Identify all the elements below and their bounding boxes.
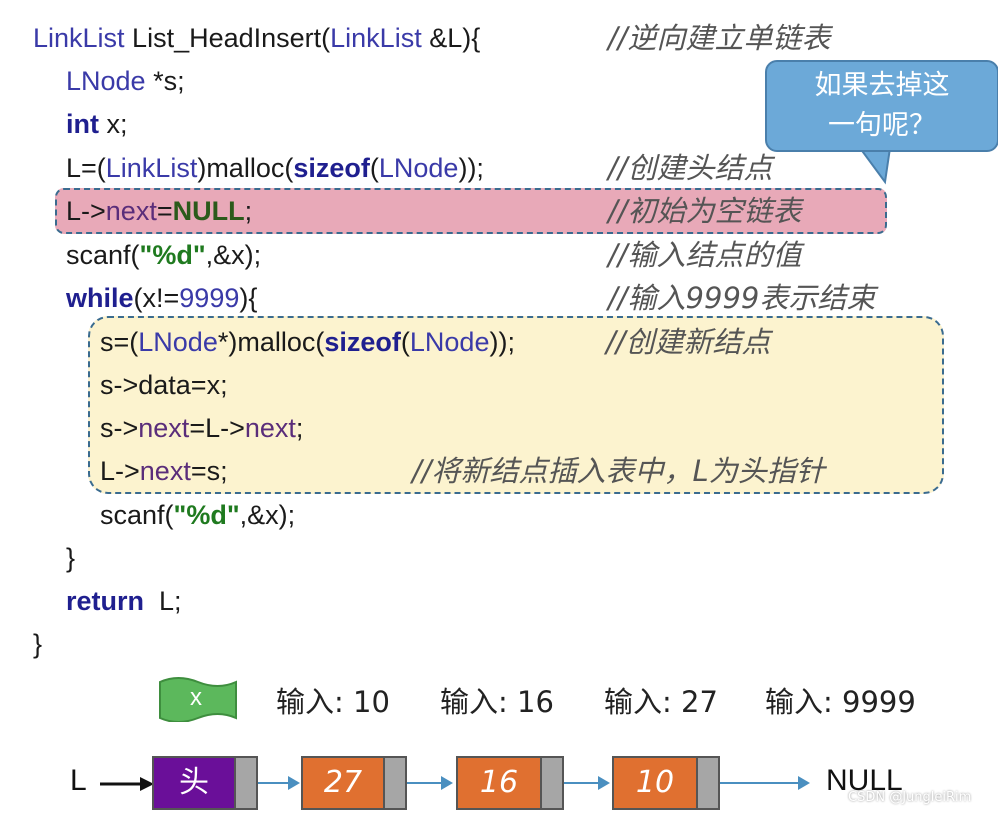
slide: LinkList List_HeadInsert(LinkList &L){ /…: [0, 0, 998, 816]
code-comment-11: //将新结点插入表中，L为头指针: [412, 454, 825, 488]
code-line-12: scanf("%d",&x);: [100, 495, 295, 535]
code-line-11: L->next=s;: [100, 451, 228, 491]
code-token: return: [66, 586, 145, 616]
code-token: (x!=: [133, 283, 180, 313]
callout-line-2: 一句呢？: [828, 110, 936, 141]
code-line-7: while(x!=9999){: [66, 278, 257, 318]
code-token: ,&x);: [239, 500, 296, 530]
code-token: (: [400, 327, 410, 357]
code-line-14: return L;: [66, 581, 182, 621]
code-token: "%d": [173, 500, 240, 530]
code-token: next: [138, 413, 190, 443]
list-node: 10: [612, 756, 720, 810]
list-node-next-cell: [696, 756, 720, 810]
code-token: =L->: [189, 413, 245, 443]
code-line-9: s->data=x;: [100, 370, 228, 400]
code-token: NULL: [172, 196, 245, 226]
head-node-next-cell: [234, 756, 258, 810]
code-comment-6: //输入结点的值: [608, 238, 802, 272]
code-token: ));: [489, 327, 515, 357]
list-link-arrowhead: [441, 776, 453, 790]
code-line-8: s=(LNode*)malloc(sizeof(LNode));: [100, 322, 515, 362]
list-node-data: 10: [612, 756, 698, 810]
list-link-arrow: [564, 782, 600, 784]
code-token: =: [156, 196, 173, 226]
code-token: "%d": [139, 240, 206, 270]
code-token: LNode: [138, 327, 218, 357]
code-line-15: }: [33, 629, 43, 659]
list-node-data: 27: [301, 756, 385, 810]
input-item: 输入: 16: [440, 685, 554, 719]
head-pointer-arrow: [100, 777, 154, 791]
code-token: ){: [239, 283, 258, 313]
callout-bubble: 如果去掉这 一句呢？: [765, 60, 998, 152]
code-token: scanf(: [100, 500, 174, 530]
head-node-data: 头: [152, 756, 236, 810]
head-pointer-label: L: [70, 764, 87, 797]
code-token: L->: [100, 456, 140, 486]
callout-line-1: 如果去掉这: [814, 70, 950, 101]
list-node-next-cell: [540, 756, 564, 810]
code-line-13: }: [66, 543, 76, 573]
code-token: L;: [144, 586, 182, 616]
watermark: CSDN @JungleiRim: [848, 790, 972, 805]
code-token: next: [105, 196, 157, 226]
code-comment-7: //输入9999表示结束: [608, 281, 876, 315]
input-item: 输入: 10: [276, 685, 390, 719]
list-node-next-cell: [383, 756, 407, 810]
code-token: sizeof: [324, 327, 401, 357]
list-link-arrowhead: [798, 776, 810, 790]
list-link-arrowhead: [598, 776, 610, 790]
input-item: 输入: 9999: [765, 685, 916, 719]
list-node: 16: [456, 756, 564, 810]
list-link-arrow: [407, 782, 443, 784]
list-link-arrow: [258, 782, 290, 784]
code-token: scanf(: [66, 240, 140, 270]
code-token: *)malloc(: [217, 327, 325, 357]
code-token: =s;: [190, 456, 228, 486]
list-node: 27: [301, 756, 407, 810]
input-item: 输入: 27: [604, 685, 718, 719]
code-token: s->: [100, 413, 139, 443]
code-token: next: [244, 413, 296, 443]
code-token: ;: [295, 413, 304, 443]
code-comment-8: //创建新结点: [606, 325, 771, 359]
code-token: L->: [66, 196, 106, 226]
code-token: s=(: [100, 327, 139, 357]
code-token: ;: [244, 196, 253, 226]
code-token: 9999: [179, 283, 240, 313]
code-line-10: s->next=L->next;: [100, 408, 303, 448]
code-token: next: [139, 456, 191, 486]
code-token: LNode: [409, 327, 490, 357]
code-token: while: [66, 283, 134, 313]
list-link-arrowhead: [288, 776, 300, 790]
flag-variable-label: x: [190, 684, 202, 711]
code-line-6: scanf("%d",&x);: [66, 235, 261, 275]
list-node-data: 16: [456, 756, 542, 810]
code-token: ,&x);: [205, 240, 262, 270]
list-link-arrow: [720, 782, 800, 784]
list-head-node: 头: [152, 756, 258, 810]
